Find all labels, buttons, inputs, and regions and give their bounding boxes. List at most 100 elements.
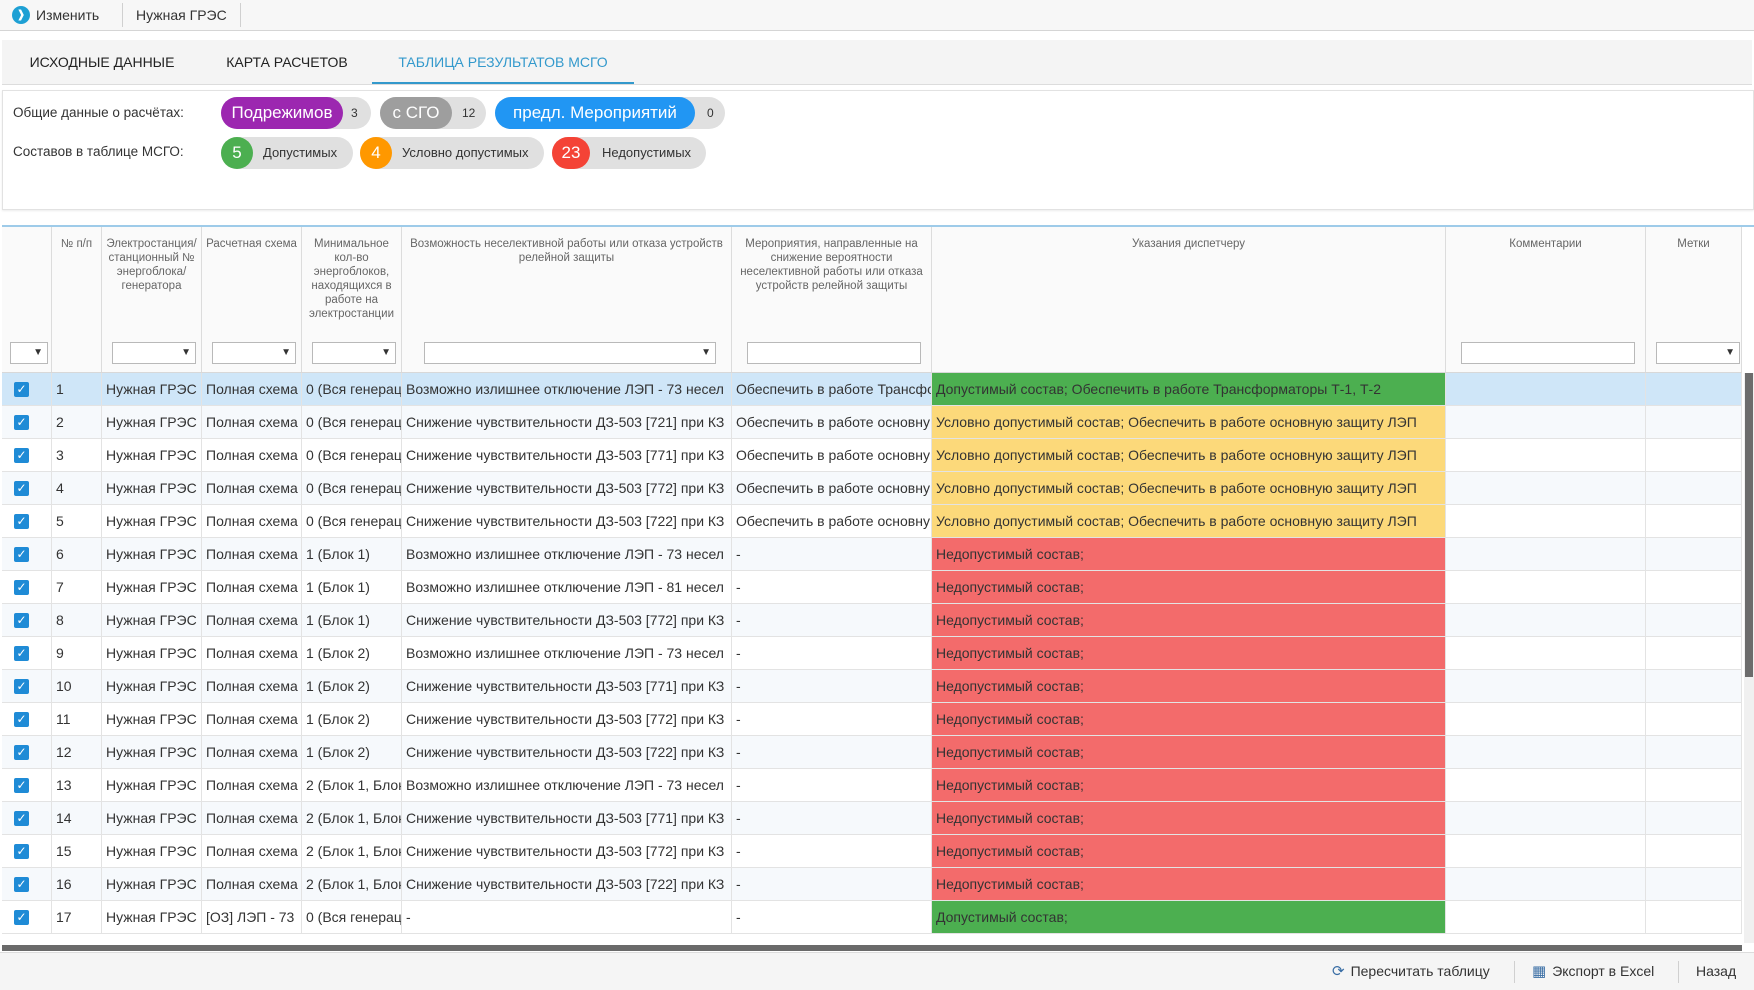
table-row[interactable]: ✓ 6 Нужная ГРЭС | Полная схема 1 (Блок 1) Воз…	[2, 538, 1742, 571]
table-row[interactable]: ✓ 8 Нужная ГРЭС | Полная схема 1 (Блок 1) Сни…	[2, 604, 1742, 637]
chevron-down-icon: ▼	[281, 347, 291, 358]
cell-comments	[1446, 637, 1646, 669]
pill-admissible-label: Допустимых	[263, 145, 338, 160]
excel-icon: ▦	[1532, 963, 1547, 980]
table-row[interactable]: ✓ 9 Нужная ГРЭС | Полная схема 1 (Блок 2) Воз…	[2, 637, 1742, 670]
row-checkbox[interactable]: ✓	[14, 646, 29, 661]
table-row[interactable]: ✓ 1 Нужная ГРЭС | Полная схема 0 (Вся генера…	[2, 373, 1742, 406]
header-measures: Мероприятия, направленные на снижение ве…	[732, 227, 932, 372]
filter-tags-select[interactable]: ▼	[1656, 342, 1740, 364]
filter-plant-select[interactable]: ▼	[112, 342, 196, 364]
cell-scheme: Полная схема	[202, 637, 302, 669]
edit-button[interactable]: ❱ Изменить	[12, 0, 99, 30]
table-row[interactable]: ✓ 12 Нужная ГРЭС | Полная схема 1 (Блок 2) Сн…	[2, 736, 1742, 769]
cell-number: 7	[52, 571, 102, 603]
cell-scheme: Полная схема	[202, 868, 302, 900]
vertical-scrollbar[interactable]	[1744, 373, 1754, 943]
table-row[interactable]: ✓ 4 Нужная ГРЭС | Полная схема 0 (Вся генера…	[2, 472, 1742, 505]
table-row[interactable]: ✓ 3 Нужная ГРЭС | Полная схема 0 (Вся генера…	[2, 439, 1742, 472]
recalc-label: Пересчитать таблицу	[1350, 963, 1490, 979]
cell-tags	[1646, 571, 1742, 603]
table-row[interactable]: ✓ 10 Нужная ГРЭС | Полная схема 1 (Блок 2) Сн…	[2, 670, 1742, 703]
table-row[interactable]: ✓ 13 Нужная ГРЭС | Полная схема 2 (Блок 1, Б…	[2, 769, 1742, 802]
cell-min-units: 2 (Блок 1, Блок	[302, 835, 402, 867]
cell-possibility: Возможно излишнее отключение ЛЭП - 73 не…	[402, 538, 732, 570]
scrollbar-thumb[interactable]	[1745, 373, 1753, 677]
filter-min-units-select[interactable]: ▼	[312, 342, 396, 364]
tab-calc-map[interactable]: КАРТА РАСЧЕТОВ	[202, 40, 372, 84]
row-checkbox[interactable]: ✓	[14, 712, 29, 727]
filter-measures-input[interactable]	[747, 342, 921, 364]
cell-scheme: Полная схема	[202, 538, 302, 570]
row-checkbox[interactable]: ✓	[14, 415, 29, 430]
cell-scheme: Полная схема	[202, 439, 302, 471]
header-plant-label: Электростанция/ станционный № энергоблок…	[106, 238, 197, 292]
cell-min-units: 1 (Блок 2)	[302, 703, 402, 735]
pill-conditional[interactable]: 4 Условно допустимых	[360, 137, 544, 169]
cell-possibility: Снижение чувствительности ДЗ-503 [772] п…	[402, 835, 732, 867]
back-button[interactable]: Назад	[1696, 953, 1736, 990]
row-checkbox[interactable]: ✓	[14, 580, 29, 595]
cell-tags	[1646, 439, 1742, 471]
table-row[interactable]: ✓ 14 Нужная ГРЭС | Полная схема 2 (Блок 1, Б…	[2, 802, 1742, 835]
row-checkbox[interactable]: ✓	[14, 481, 29, 496]
filter-checkbox-select[interactable]: ▼	[10, 342, 48, 364]
row-checkbox[interactable]: ✓	[14, 547, 29, 562]
table-header: ▼ № п/п Электростанция/ станционный № эн…	[2, 227, 1742, 373]
pill-submodes[interactable]: Подрежимов 3	[221, 97, 371, 129]
cell-scheme: Полная схема	[202, 835, 302, 867]
pill-conditional-count: 4	[360, 137, 392, 169]
table-row[interactable]: ✓ 7 Нужная ГРЭС | Полная схема 1 (Блок 1) Воз…	[2, 571, 1742, 604]
row-checkbox[interactable]: ✓	[14, 745, 29, 760]
filter-possibility-select[interactable]: ▼	[424, 342, 716, 364]
cell-number: 17	[52, 901, 102, 933]
tab-source-data[interactable]: ИСХОДНЫЕ ДАННЫЕ	[12, 40, 192, 84]
cell-checkbox: ✓	[2, 802, 52, 834]
footer-divider	[1514, 961, 1515, 983]
row-checkbox[interactable]: ✓	[14, 679, 29, 694]
table-row[interactable]: ✓ 2 Нужная ГРЭС | Полная схема 0 (Вся генера…	[2, 406, 1742, 439]
toolbar-divider	[122, 3, 123, 27]
row-checkbox[interactable]: ✓	[14, 382, 29, 397]
cell-checkbox: ✓	[2, 835, 52, 867]
composition-label: Составов в таблице МСГО:	[13, 144, 184, 159]
table-row[interactable]: ✓ 5 Нужная ГРЭС | Полная схема 0 (Вся генера…	[2, 505, 1742, 538]
row-checkbox[interactable]: ✓	[14, 778, 29, 793]
row-checkbox[interactable]: ✓	[14, 514, 29, 529]
cell-instructions: Допустимый состав; Обеспечить в работе Т…	[932, 373, 1446, 405]
row-checkbox[interactable]: ✓	[14, 877, 29, 892]
row-checkbox[interactable]: ✓	[14, 811, 29, 826]
pill-admissible[interactable]: 5 Допустимых	[221, 137, 353, 169]
pill-with-sgo[interactable]: с СГО 12	[380, 97, 486, 129]
row-checkbox[interactable]: ✓	[14, 910, 29, 925]
header-scheme-label: Расчетная схема	[206, 238, 297, 250]
table-row[interactable]: ✓ 16 Нужная ГРЭС | Полная схема 2 (Блок 1, Б…	[2, 868, 1742, 901]
cell-instructions: Недопустимый состав;	[932, 670, 1446, 702]
row-checkbox[interactable]: ✓	[14, 448, 29, 463]
cell-comments	[1446, 703, 1646, 735]
row-checkbox[interactable]: ✓	[14, 613, 29, 628]
cell-scheme: Полная схема	[202, 703, 302, 735]
cell-tags	[1646, 736, 1742, 768]
filter-comments-input[interactable]	[1461, 342, 1635, 364]
row-checkbox[interactable]: ✓	[14, 844, 29, 859]
recalc-button[interactable]: ⟳ Пересчитать таблицу	[1332, 953, 1490, 990]
cell-possibility: Снижение чувствительности ДЗ-503 [722] п…	[402, 868, 732, 900]
cell-number: 3	[52, 439, 102, 471]
cell-plant: Нужная ГРЭС |	[102, 538, 202, 570]
filter-scheme-select[interactable]: ▼	[212, 342, 296, 364]
tab-msgo-results[interactable]: ТАБЛИЦА РЕЗУЛЬТАТОВ МСГО	[372, 40, 634, 84]
table-row[interactable]: ✓ 17 Нужная ГРЭС | [ОЗ] ЛЭП - 73 0 (Вся гене…	[2, 901, 1742, 934]
pill-inadmissible[interactable]: 23 Недопустимых	[552, 137, 706, 169]
table-row[interactable]: ✓ 11 Нужная ГРЭС | Полная схема 1 (Блок 2) Сн…	[2, 703, 1742, 736]
plant-button[interactable]: Нужная ГРЭС	[136, 0, 227, 30]
pill-proposed-measures[interactable]: предл. Мероприятий 0	[495, 97, 725, 129]
cell-comments	[1446, 406, 1646, 438]
tab-bar: ИСХОДНЫЕ ДАННЫЕ КАРТА РАСЧЕТОВ ТАБЛИЦА Р…	[2, 40, 1752, 85]
table-row[interactable]: ✓ 15 Нужная ГРЭС | Полная схема 2 (Блок 1, Б…	[2, 835, 1742, 868]
cell-instructions: Допустимый состав;	[932, 901, 1446, 933]
pill-conditional-label: Условно допустимых	[402, 145, 529, 160]
general-data-label: Общие данные о расчётах:	[13, 105, 184, 120]
horizontal-scrollbar[interactable]	[2, 945, 1742, 951]
export-excel-button[interactable]: ▦ Экспорт в Excel	[1532, 953, 1654, 990]
